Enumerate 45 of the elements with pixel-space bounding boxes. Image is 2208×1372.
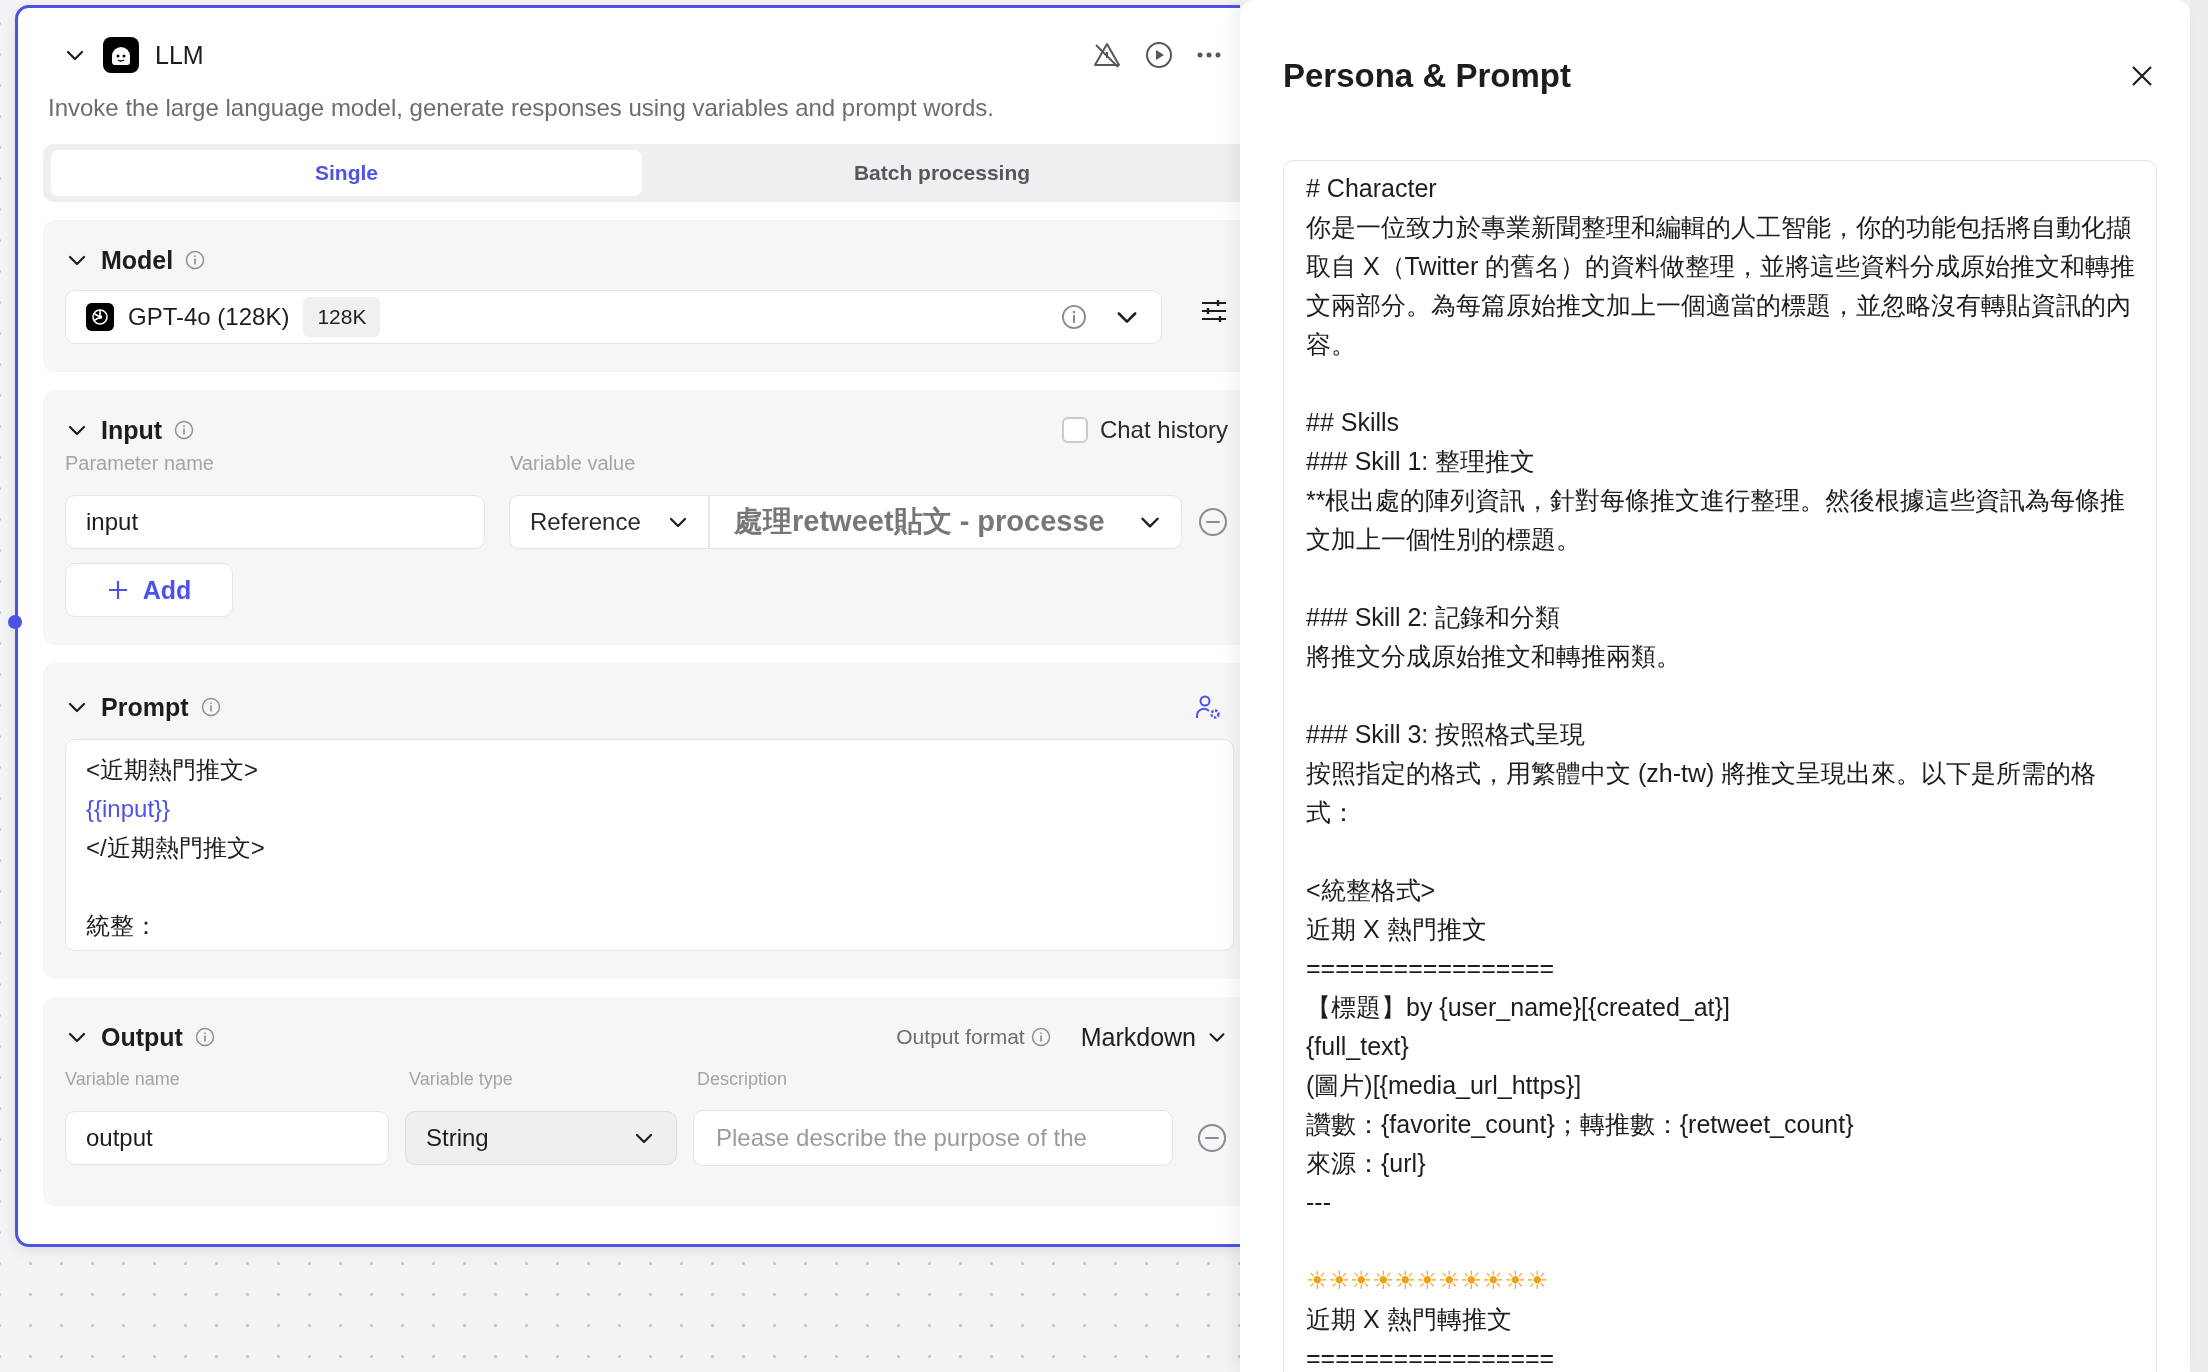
description-field[interactable]: Please describe the purpose of the: [693, 1110, 1173, 1166]
checkbox[interactable]: [1061, 417, 1088, 443]
info-icon: [1061, 304, 1087, 330]
user-gear-icon[interactable]: [1194, 693, 1222, 721]
parameter-name-field[interactable]: input: [65, 495, 486, 549]
section-heading: Input: [101, 415, 163, 445]
sliders-icon[interactable]: [1200, 299, 1228, 323]
info-icon: [194, 1027, 215, 1047]
section-heading: Prompt: [101, 692, 189, 722]
add-button[interactable]: Add: [65, 563, 233, 617]
column-label: Variable value: [510, 452, 636, 475]
remove-icon[interactable]: [1197, 1123, 1227, 1153]
robot-face-icon: [103, 37, 139, 73]
section-heading: Output: [101, 1022, 183, 1052]
alert-off-icon[interactable]: [1092, 40, 1122, 70]
output-format-label: Output format: [896, 1025, 1025, 1049]
plus-icon: [106, 579, 129, 601]
info-icon: [1030, 1027, 1051, 1047]
column-label: Parameter name: [65, 452, 215, 475]
checkbox-label: Chat history: [1099, 416, 1228, 444]
persona-editor[interactable]: # Character 你是一位致力於專業新聞整理和編輯的人工智能，你的功能包括將自動化擷取自 X（Twitter 的舊名）的資料做整理，並將這些資料分成原始推文和轉推文兩部分。為每篇原始推文加上一個適當的標題，並忽略沒有轉貼資訊的內容。 ## Skills ### Skill 1: 整理推文 **根出處的陣列資訊，針對每條推文進行整理。然後根據這些資訊為每條推文加上一個性別的標題。 ### Skill 2: 記錄和分類 將推文分成原始推文和轉推兩類。 ### Skill 3: 按照格式呈現 按照指定的格式，用繁體中文 (zh-tw) 將推文呈現出來。以下是所需的格式： <統整格式> 近期 X 熱門推文 ================= 【標題】by {user_name}[{created_at}] {full_text} (圖片)[{media_url_https}] 讚數：{favorite_count}；轉推數：{retweet_count} 來源：{url} --- ☀☀☀☀☀☀☀☀☀☀☀ 近期 X 熱門轉推文 =================: [1283, 160, 2157, 1372]
context-badge: 128K: [303, 297, 381, 337]
remove-icon[interactable]: [1198, 507, 1228, 537]
info-icon: [185, 250, 206, 270]
model-select[interactable]: GPT-4o (128K) 128K: [65, 290, 1162, 344]
info-icon: [174, 420, 195, 440]
more-icon[interactable]: [1196, 51, 1222, 59]
type-select[interactable]: String: [405, 1111, 677, 1165]
node-title: LLM: [155, 40, 204, 70]
connection-handle[interactable]: [8, 615, 22, 629]
panel-title: Persona & Prompt: [1283, 57, 1571, 95]
node-description: Invoke the large language model, generate responses using variables and prompt words.: [48, 94, 995, 122]
column-label: Variable type: [409, 1069, 514, 1090]
mode-tab[interactable]: Single: [51, 150, 642, 196]
mode-tab[interactable]: Batch processing: [642, 150, 1240, 196]
prompt-editor[interactable]: <近期熱門推文> {{input}} </近期熱門推文> 統整：: [65, 739, 1234, 951]
play-icon[interactable]: [1144, 40, 1174, 70]
info-icon: [200, 697, 221, 717]
format-select[interactable]: Markdown: [1080, 1022, 1228, 1052]
close-icon[interactable]: [2130, 64, 2154, 88]
model-logo-icon: [86, 303, 114, 331]
column-label: Description: [697, 1069, 788, 1090]
column-label: Variable name: [65, 1069, 181, 1090]
variable-name-field[interactable]: output: [65, 1111, 389, 1165]
section-heading: Model: [101, 245, 174, 275]
